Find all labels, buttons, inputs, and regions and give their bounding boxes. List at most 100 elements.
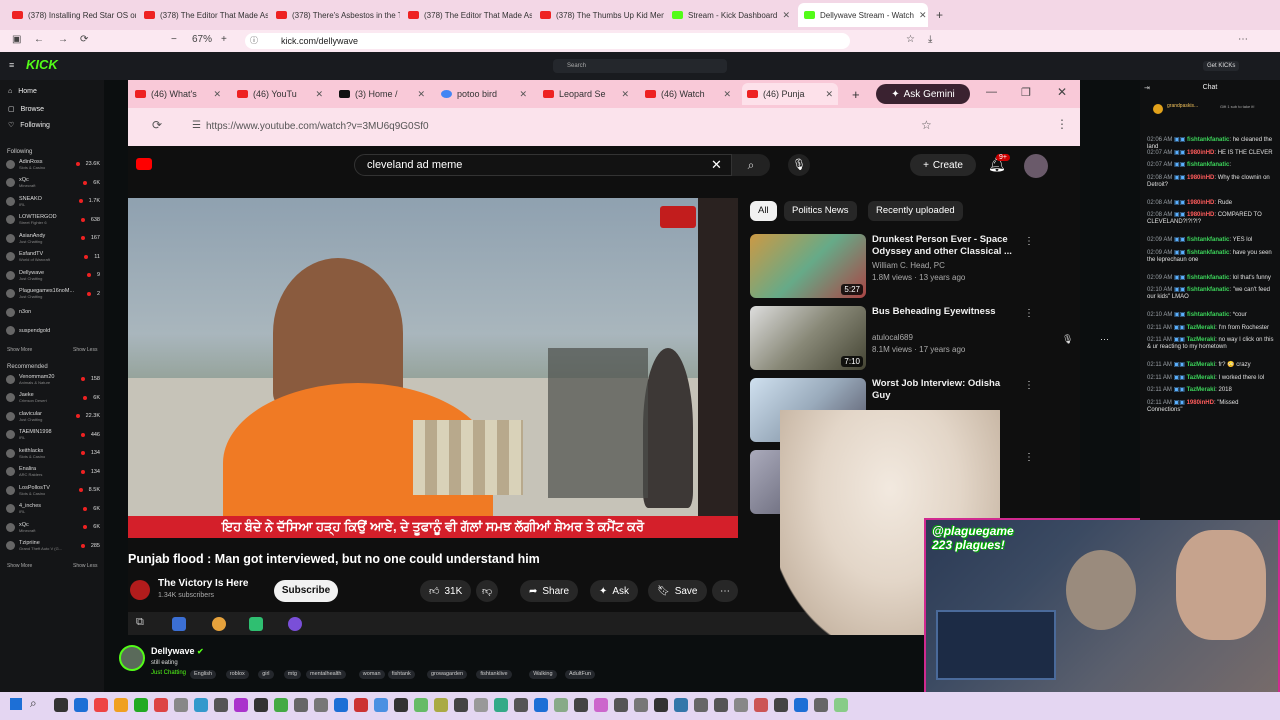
sidebar-channel[interactable]: xQc Minecraft 6K xyxy=(6,177,100,189)
channel-avatar[interactable] xyxy=(130,580,150,600)
volume-icon[interactable]: 🎙 xyxy=(1062,334,1073,345)
taskbar-app-icon[interactable] xyxy=(734,698,748,712)
taskbar-app-icon[interactable] xyxy=(74,698,88,712)
taskbar-app-icon[interactable] xyxy=(754,698,768,712)
more-actions-icon[interactable]: ⋯ xyxy=(712,580,738,602)
chat-username[interactable]: 1980inHD xyxy=(1187,200,1214,206)
taskbar-app-icon[interactable] xyxy=(674,698,688,712)
chip-recently-uploaded[interactable]: Recently uploaded xyxy=(868,201,963,221)
yt-tab[interactable]: (46) Watch ✕ xyxy=(640,83,736,105)
stream-tag[interactable]: AdultFun xyxy=(565,670,596,679)
taskbar-app-icon[interactable] xyxy=(614,698,628,712)
nav-following[interactable]: ♡ Following xyxy=(8,121,50,130)
taskbar-app-icon[interactable] xyxy=(514,698,528,712)
taskbar-app-icon[interactable] xyxy=(334,698,348,712)
yt-search-input[interactable]: cleveland ad meme xyxy=(354,154,732,176)
taskbar-app-icon[interactable] xyxy=(234,698,248,712)
taskbar-app-icon[interactable] xyxy=(494,698,508,712)
taskbar-app-icon[interactable] xyxy=(414,698,428,712)
taskbar-app-icon[interactable] xyxy=(374,698,388,712)
taskbar-app-icon[interactable] xyxy=(454,698,468,712)
chat-username[interactable]: fishtankfanatic xyxy=(1187,237,1229,243)
chat-username[interactable]: fishtankfanatic xyxy=(1187,162,1229,168)
stream-tag[interactable]: Walking xyxy=(529,670,557,679)
subscribe-button[interactable]: Subscribe xyxy=(274,580,338,602)
menu-dots-icon[interactable]: ⋮ xyxy=(1056,117,1068,131)
sidebar-channel[interactable]: suspendgold xyxy=(6,325,100,337)
create-button[interactable]: + Create xyxy=(910,154,976,176)
close-tab-icon[interactable]: ✕ xyxy=(723,89,731,100)
avatar[interactable] xyxy=(1024,154,1048,178)
sidebar-channel[interactable]: Enalira ARC Raiders 134 xyxy=(6,466,100,478)
close-tab-icon[interactable]: ✕ xyxy=(782,10,790,21)
stream-tag[interactable]: fishtank xyxy=(387,670,415,679)
close-tab-icon[interactable]: ✕ xyxy=(825,89,833,100)
rec-title[interactable]: Bus Beheading Eyewitness xyxy=(872,306,1012,318)
share-button[interactable]: ➦ Share xyxy=(520,580,579,602)
sidebar-toggle-icon[interactable]: ▣ xyxy=(12,34,21,45)
bookmark-star-icon[interactable]: ☆ xyxy=(921,118,932,132)
taskbar-app-icon[interactable] xyxy=(254,698,268,712)
new-tab-icon[interactable]: + xyxy=(936,8,943,22)
taskbar-app-icon[interactable] xyxy=(574,698,588,712)
new-tab-icon[interactable]: + xyxy=(852,87,860,102)
sidebar-channel[interactable]: AsianAndy Just Chatting 167 xyxy=(6,232,100,244)
taskbar-app-icon[interactable] xyxy=(694,698,708,712)
player-more-icon[interactable]: ⋯ xyxy=(1100,334,1109,345)
rec-menu-icon[interactable]: ⋮ xyxy=(1024,308,1034,319)
like-button[interactable]: 👍︎ 31K xyxy=(420,580,472,602)
yt-url[interactable]: https://www.youtube.com/watch?v=3MU6q9G0… xyxy=(188,117,888,137)
taskbar-app-icon[interactable] xyxy=(594,698,608,712)
zoom-out-icon[interactable]: − xyxy=(171,34,177,45)
yt-tab[interactable]: Leopard Se ✕ xyxy=(538,83,634,105)
rec-menu-icon[interactable]: ⋮ xyxy=(1024,452,1034,463)
close-tab-icon[interactable]: ✕ xyxy=(315,89,323,100)
dislike-button[interactable]: 👎︎ xyxy=(476,580,499,602)
ask-button[interactable]: ✦ Ask xyxy=(590,580,639,602)
yt-tab[interactable]: (46) What's ✕ xyxy=(130,83,226,105)
site-settings-icon[interactable]: ☰ xyxy=(192,120,201,131)
stream-tag[interactable]: mtg xyxy=(283,670,301,679)
chip-all[interactable]: All xyxy=(750,201,777,221)
chat-username[interactable]: 1980inHD xyxy=(1187,150,1214,156)
sidebar-channel[interactable]: Dellywave Just Chatting 9 xyxy=(6,269,100,281)
yt-video-player[interactable]: ਇਹ ਬੰਦੇ ਨੇ ਦੱਸਿਆ ਹੜ੍ਹ ਕਿਉਂ ਆਏ, ਦੇ ਤੂਫਾਨੂ… xyxy=(128,198,738,538)
browser-tab[interactable]: (378) The Editor That Made Asr✕ xyxy=(402,3,532,27)
sidebar-channel[interactable]: TAEMIN1998 IRL 446 xyxy=(6,429,100,441)
chat-username[interactable]: TazMeraki xyxy=(1187,387,1216,393)
taskbar-app-icon[interactable] xyxy=(274,698,288,712)
rec-video[interactable]: 5:27 Drunkest Person Ever - Space Odyssey… xyxy=(750,234,1080,300)
taskbar-app-icon[interactable] xyxy=(194,698,208,712)
chat-username[interactable]: TazMeraki xyxy=(1187,325,1216,331)
start-icon[interactable] xyxy=(10,698,22,710)
stream-category[interactable]: Just Chatting xyxy=(151,670,186,676)
show-less-recommended[interactable]: Show Less xyxy=(73,563,97,569)
taskbar-app-icon[interactable] xyxy=(634,698,648,712)
sidebar-channel[interactable]: Jaeke Crimson Desert 6K xyxy=(6,392,100,404)
taskbar-app-icon[interactable] xyxy=(654,698,668,712)
reload-icon[interactable]: ⟳ xyxy=(80,34,88,45)
yt-tab[interactable]: (46) Punja ✕ xyxy=(742,83,838,105)
taskbar-app-icon[interactable] xyxy=(554,698,568,712)
taskbar-app-icon[interactable] xyxy=(94,698,108,712)
browser-tab[interactable]: Stream - Kick Dashboard ✕ xyxy=(666,3,796,27)
sidebar-channel[interactable]: 4_inches IRL 6K xyxy=(6,503,100,515)
clear-search-icon[interactable]: ✕ xyxy=(711,157,722,173)
rec-thumbnail[interactable]: 5:27 xyxy=(750,234,866,298)
chat-username[interactable]: 1980inHD xyxy=(1187,175,1214,181)
taskbar-app-icon[interactable] xyxy=(714,698,728,712)
sidebar-channel[interactable]: Tzipriine Grand Theft Auto V (G... 285 xyxy=(6,540,100,552)
maximize-icon[interactable]: ❐ xyxy=(1021,86,1031,99)
close-tab-icon[interactable]: ✕ xyxy=(919,10,927,21)
taskbar-app-icon[interactable] xyxy=(294,698,308,712)
forward-icon[interactable]: → xyxy=(58,34,68,45)
close-tab-icon[interactable]: ✕ xyxy=(519,89,527,100)
chat-username[interactable]: fishtankfanatic xyxy=(1187,312,1229,318)
bookmark-star-icon[interactable]: ☆ xyxy=(906,34,915,45)
taskbar-app-icon[interactable] xyxy=(394,698,408,712)
close-tab-icon[interactable]: ✕ xyxy=(417,89,425,100)
taskbar-app-icon[interactable] xyxy=(154,698,168,712)
rec-thumbnail[interactable]: 7:10 xyxy=(750,306,866,370)
show-more-recommended[interactable]: Show More xyxy=(7,563,32,569)
microphone-icon[interactable]: 🎙 xyxy=(788,154,810,176)
